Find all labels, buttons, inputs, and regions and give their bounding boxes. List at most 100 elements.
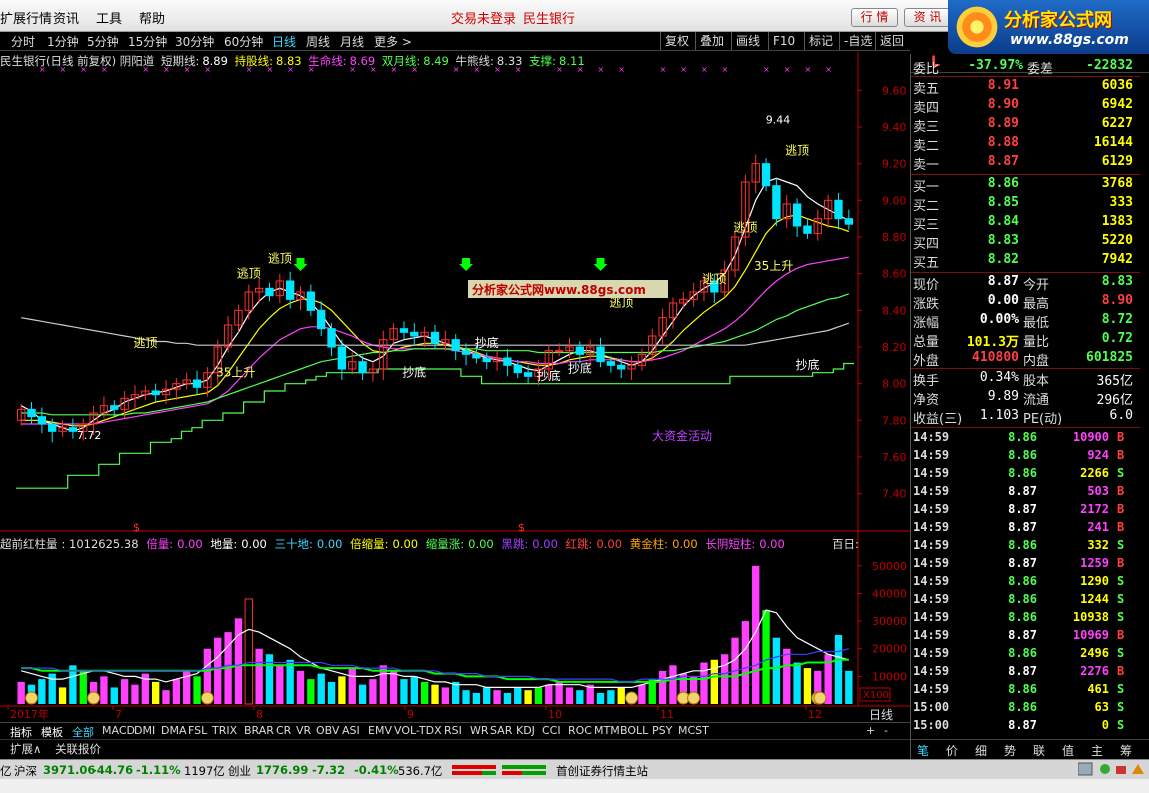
period-monthly[interactable]: 月线 — [340, 33, 364, 50]
draw-line-button[interactable]: 画线 — [731, 32, 760, 50]
bid-row[interactable]: 买五 8.82 7942 — [911, 252, 1139, 271]
period-1min[interactable]: 1分钟 — [47, 33, 79, 50]
tab-cr[interactable]: CR — [276, 724, 291, 737]
rtab-trend[interactable]: 势 — [1004, 742, 1016, 759]
connection-icon[interactable] — [1077, 762, 1144, 779]
f10-button[interactable]: F10 — [768, 32, 795, 50]
volume-bar — [255, 648, 263, 704]
related-quotes-button[interactable]: 关联报价 — [55, 741, 101, 757]
ask-row[interactable]: 卖三 8.89 6227 — [911, 116, 1139, 135]
tab-emv[interactable]: EMV — [368, 724, 392, 737]
price-chart[interactable]: 9.447.72逃顶逃顶逃顶逃顶逃顶逃顶逃顶抄底 抄底抄底抄底 抄底35上升35上升… — [0, 52, 910, 532]
adjust-button[interactable]: 复权 — [660, 32, 689, 50]
candle-body — [513, 364, 522, 374]
period-30min[interactable]: 30分钟 — [175, 33, 214, 50]
period-tick[interactable]: 分时 — [11, 33, 35, 50]
tab-boll[interactable]: BOLL — [620, 724, 648, 737]
trade-time: 14:59 — [913, 574, 950, 588]
ask-row[interactable]: 卖一 8.87 6129 — [911, 154, 1139, 173]
period-weekly[interactable]: 周线 — [306, 33, 330, 50]
rtab-detail[interactable]: 细 — [975, 742, 987, 759]
vol-tick-label: 30000 — [872, 615, 907, 628]
index-cy-label: 创业 — [228, 764, 251, 778]
volume-bar — [545, 684, 553, 704]
tab-kdj[interactable]: KDJ — [516, 724, 535, 737]
volume-bar — [596, 692, 605, 704]
trade-direction: B — [1117, 520, 1125, 534]
tab-mcst[interactable]: MCST — [678, 724, 709, 737]
rtab-chips[interactable]: 筹 — [1120, 742, 1132, 759]
remove-watchlist-button[interactable]: -自选 — [839, 32, 872, 50]
signal-mark-icon: × — [598, 65, 605, 74]
broker-server[interactable]: 首创证券行情主站 — [556, 763, 648, 779]
candle-body — [617, 364, 626, 370]
ask-row[interactable]: 卖五 8.91 6036 — [911, 78, 1139, 97]
period-60min[interactable]: 60分钟 — [224, 33, 263, 50]
tab-macd[interactable]: MACD — [102, 724, 135, 737]
tab-all[interactable]: 全部 — [72, 724, 94, 740]
tab-vr[interactable]: VR — [296, 724, 311, 737]
candle-body — [192, 379, 202, 388]
tab-psy[interactable]: PSY — [652, 724, 672, 737]
menu-tools[interactable]: 工具 — [96, 8, 122, 27]
period-daily[interactable]: 日线 — [272, 33, 296, 50]
period-more[interactable]: 更多 > — [374, 33, 412, 50]
tab-fsl[interactable]: FSL — [188, 724, 207, 737]
rtab-main[interactable]: 主 — [1091, 742, 1103, 759]
tab-brar[interactable]: BRAR — [244, 724, 274, 737]
overlay-button[interactable]: 叠加 — [695, 32, 724, 50]
tab-cci[interactable]: CCI — [542, 724, 561, 737]
menu-news[interactable]: 资讯 — [53, 8, 79, 27]
tab-rsi[interactable]: RSI — [444, 724, 462, 737]
bid-row[interactable]: 买二 8.85 333 — [911, 195, 1139, 214]
index-cy-pct: -0.41% — [354, 763, 399, 777]
tab-vol-tdx[interactable]: VOL-TDX — [394, 724, 442, 737]
quotes-button[interactable]: 行 情 — [851, 8, 898, 27]
tab-mtm[interactable]: MTM — [594, 724, 620, 737]
rtab-value[interactable]: 值 — [1062, 742, 1074, 759]
zoom-in-button[interactable]: + — [866, 724, 875, 737]
vh-0-value: 0.00 — [177, 537, 203, 551]
tab-roc[interactable]: ROC — [568, 724, 592, 737]
expand-button[interactable]: 扩展∧ — [10, 741, 41, 757]
bid-row[interactable]: 买三 8.84 1383 — [911, 214, 1139, 233]
tab-dmi[interactable]: DMI — [134, 724, 155, 737]
volume-bar — [358, 684, 367, 704]
zoom-out-button[interactable]: - — [884, 724, 888, 737]
login-status[interactable]: 交易未登录 — [451, 8, 516, 27]
ask-row[interactable]: 卖四 8.90 6942 — [911, 97, 1139, 116]
tab-dma[interactable]: DMA — [161, 724, 187, 737]
trade-price: 8.86 — [1008, 610, 1037, 624]
candle-body — [430, 331, 440, 344]
tab-indicator[interactable]: 指标 — [10, 724, 32, 740]
menu-help[interactable]: 帮助 — [139, 8, 165, 27]
news-button[interactable]: 资 讯 — [904, 8, 951, 27]
ask-price: 8.88 — [987, 135, 1019, 150]
tab-obv[interactable]: OBV — [316, 724, 339, 737]
bid-label: 买五 — [913, 256, 940, 271]
tab-wr[interactable]: WR — [470, 724, 489, 737]
bid-row[interactable]: 买四 8.83 5220 — [911, 233, 1139, 252]
trade-direction: S — [1117, 646, 1125, 660]
bid-row[interactable]: 买一 8.86 3768 — [911, 176, 1139, 195]
vh-7-value: 0.00 — [672, 537, 698, 551]
tab-template[interactable]: 模板 — [41, 724, 63, 740]
period-5min[interactable]: 5分钟 — [87, 33, 119, 50]
back-button[interactable]: 返回 — [875, 32, 904, 50]
tab-sar[interactable]: SAR — [490, 724, 512, 737]
rtab-link[interactable]: 联 — [1033, 742, 1045, 759]
tab-trix[interactable]: TRIX — [212, 724, 237, 737]
index-sh-change: -44.76 — [92, 763, 134, 777]
quote-value-2: 8.72 — [1101, 312, 1133, 327]
volume-chart[interactable]: 50000 40000 30000 20000 10000 X100 2017年 7 8 9 10 1… — [0, 532, 910, 722]
menu-extended-quotes[interactable]: 扩展行情 — [0, 8, 52, 27]
period-15min[interactable]: 15分钟 — [128, 33, 167, 50]
rtab-trades[interactable]: 笔 — [917, 742, 929, 759]
tab-asi[interactable]: ASI — [342, 724, 360, 737]
rtab-price[interactable]: 价 — [946, 742, 958, 759]
volume-bar — [265, 654, 274, 704]
separator — [911, 427, 1140, 428]
ask-row[interactable]: 卖二 8.88 16144 — [911, 135, 1139, 154]
bid-price: 8.86 — [987, 176, 1019, 191]
mark-button[interactable]: 标记 — [804, 32, 833, 50]
